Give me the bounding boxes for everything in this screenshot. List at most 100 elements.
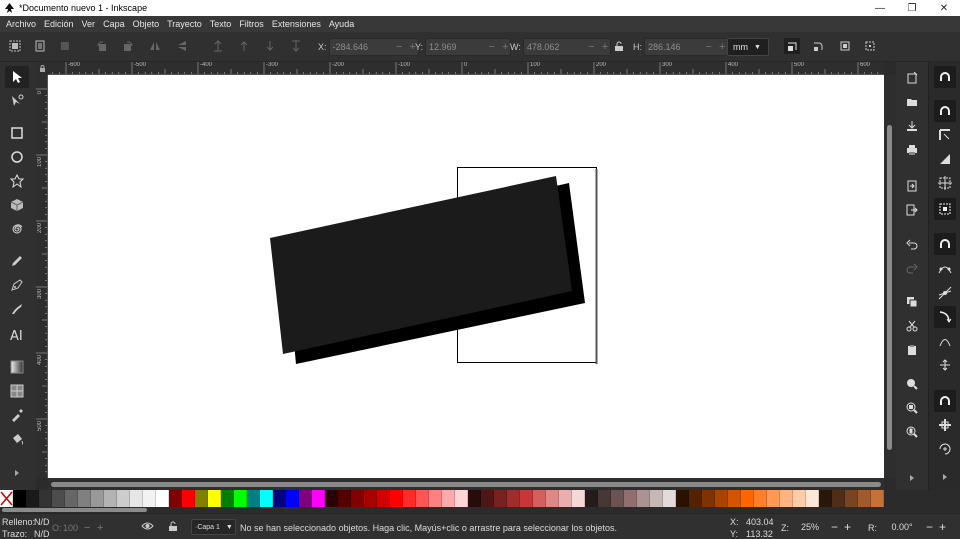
paste-icon[interactable] [904,342,920,358]
color-swatch[interactable] [26,490,39,507]
color-swatch[interactable] [195,490,208,507]
zoom-selection-icon[interactable] [904,376,920,392]
layer-select[interactable]: ·Capa 1 ▼ [191,519,236,535]
menu-trayecto[interactable]: Trayecto [163,19,206,29]
color-swatch[interactable] [702,490,715,507]
snap-toggle-icon[interactable] [934,66,956,88]
opacity-decrement-button[interactable]: − [84,522,90,534]
color-swatch[interactable] [13,490,26,507]
color-swatch[interactable] [260,490,273,507]
snap-nodes-icon[interactable] [934,233,956,255]
color-swatch[interactable] [637,490,650,507]
y-input[interactable]: 12.969 − + [425,38,512,56]
raise-to-top-icon[interactable] [211,39,225,53]
stroke-value[interactable]: N/D [34,529,50,539]
move-patterns-icon[interactable] [863,39,877,53]
menu-edicion[interactable]: Edición [40,19,78,29]
color-swatch[interactable] [429,490,442,507]
color-swatch[interactable] [169,490,182,507]
color-swatch[interactable] [104,490,117,507]
scale-radius-icon[interactable] [811,39,825,53]
color-swatch[interactable] [715,490,728,507]
color-swatch[interactable] [494,490,507,507]
menu-texto[interactable]: Texto [206,19,236,29]
snap-cusp-nodes-icon[interactable] [934,306,956,328]
color-swatch[interactable] [299,490,312,507]
color-swatch[interactable] [91,490,104,507]
color-swatch[interactable] [221,490,234,507]
dropper-icon[interactable] [5,404,29,426]
snap-centers-icon[interactable] [934,414,956,436]
color-swatch[interactable] [117,490,130,507]
color-swatch[interactable] [130,490,143,507]
color-swatch[interactable] [416,490,429,507]
zoom-page-icon[interactable] [904,424,920,440]
color-swatch[interactable] [767,490,780,507]
color-swatch[interactable] [676,490,689,507]
h-increment-button[interactable]: + [717,41,727,53]
color-swatch[interactable] [78,490,91,507]
color-swatch[interactable] [39,490,52,507]
color-swatch[interactable] [728,490,741,507]
new-icon[interactable] [904,70,920,86]
redo-icon[interactable] [904,260,920,276]
fill-value[interactable]: N/D [34,517,50,527]
rotate-decrement-button[interactable]: − [926,520,933,534]
menu-ver[interactable]: Ver [78,19,100,29]
color-swatch[interactable] [273,490,286,507]
raise-icon[interactable] [237,39,251,53]
menu-capa[interactable]: Capa [99,19,129,29]
horizontal-ruler[interactable]: -600 -500 -400 -300 -200 -100 0 100 200 300 400 500… [48,62,884,75]
color-swatch[interactable] [754,490,767,507]
color-swatch[interactable] [832,490,845,507]
pencil-icon[interactable] [5,250,29,272]
color-swatch[interactable] [468,490,481,507]
color-swatch[interactable] [780,490,793,507]
close-button[interactable]: ✕ [928,0,960,16]
color-swatch[interactable] [364,490,377,507]
snap-paths-icon[interactable] [934,258,956,280]
save-icon[interactable] [904,118,920,134]
lower-icon[interactable] [263,39,277,53]
selector-icon[interactable] [5,66,29,88]
color-swatch[interactable] [52,490,65,507]
snap-smooth-nodes-icon[interactable] [934,330,956,352]
zoom-in-button[interactable]: + [844,520,851,534]
color-swatch[interactable] [559,490,572,507]
color-swatch[interactable] [143,490,156,507]
color-swatch[interactable] [611,490,624,507]
snap-bbox-corners-icon[interactable] [934,148,956,170]
color-swatch[interactable] [845,490,858,507]
color-swatch[interactable] [793,490,806,507]
rotate-cw-icon[interactable] [121,39,135,53]
w-input[interactable]: 478.062 − + [522,38,611,56]
menu-extensiones[interactable]: Extensiones [268,19,325,29]
color-swatch[interactable] [819,490,832,507]
color-swatch[interactable] [507,490,520,507]
gradient-icon[interactable] [5,356,29,378]
import-icon[interactable] [904,178,920,194]
lock-icon[interactable] [612,39,626,53]
y-increment-button[interactable]: + [500,41,510,53]
rotate-ccw-icon[interactable] [95,39,109,53]
eye-icon[interactable] [141,521,154,533]
no-paint-swatch[interactable] [0,490,13,507]
snap-bbox-edges-icon[interactable] [934,124,956,146]
opacity-value[interactable]: 100 [63,523,78,533]
select-all-layers-icon[interactable] [33,39,47,53]
ruler-corner[interactable] [36,62,48,75]
drawing-canvas[interactable] [48,75,884,478]
color-swatch[interactable] [650,490,663,507]
color-swatch[interactable] [663,490,676,507]
scale-stroke-icon[interactable] [784,38,800,54]
color-swatch[interactable] [65,490,78,507]
menu-filtros[interactable]: Filtros [235,19,268,29]
snap-bbox-centers-icon[interactable] [934,198,956,220]
menu-archivo[interactable]: Archivo [2,19,40,29]
color-swatch[interactable] [533,490,546,507]
color-swatch[interactable] [286,490,299,507]
h-decrement-button[interactable]: − [704,41,714,53]
lower-to-bottom-icon[interactable] [289,39,303,53]
color-swatch[interactable] [481,490,494,507]
vertical-ruler[interactable]: 0100200300400500600700 [36,75,48,478]
